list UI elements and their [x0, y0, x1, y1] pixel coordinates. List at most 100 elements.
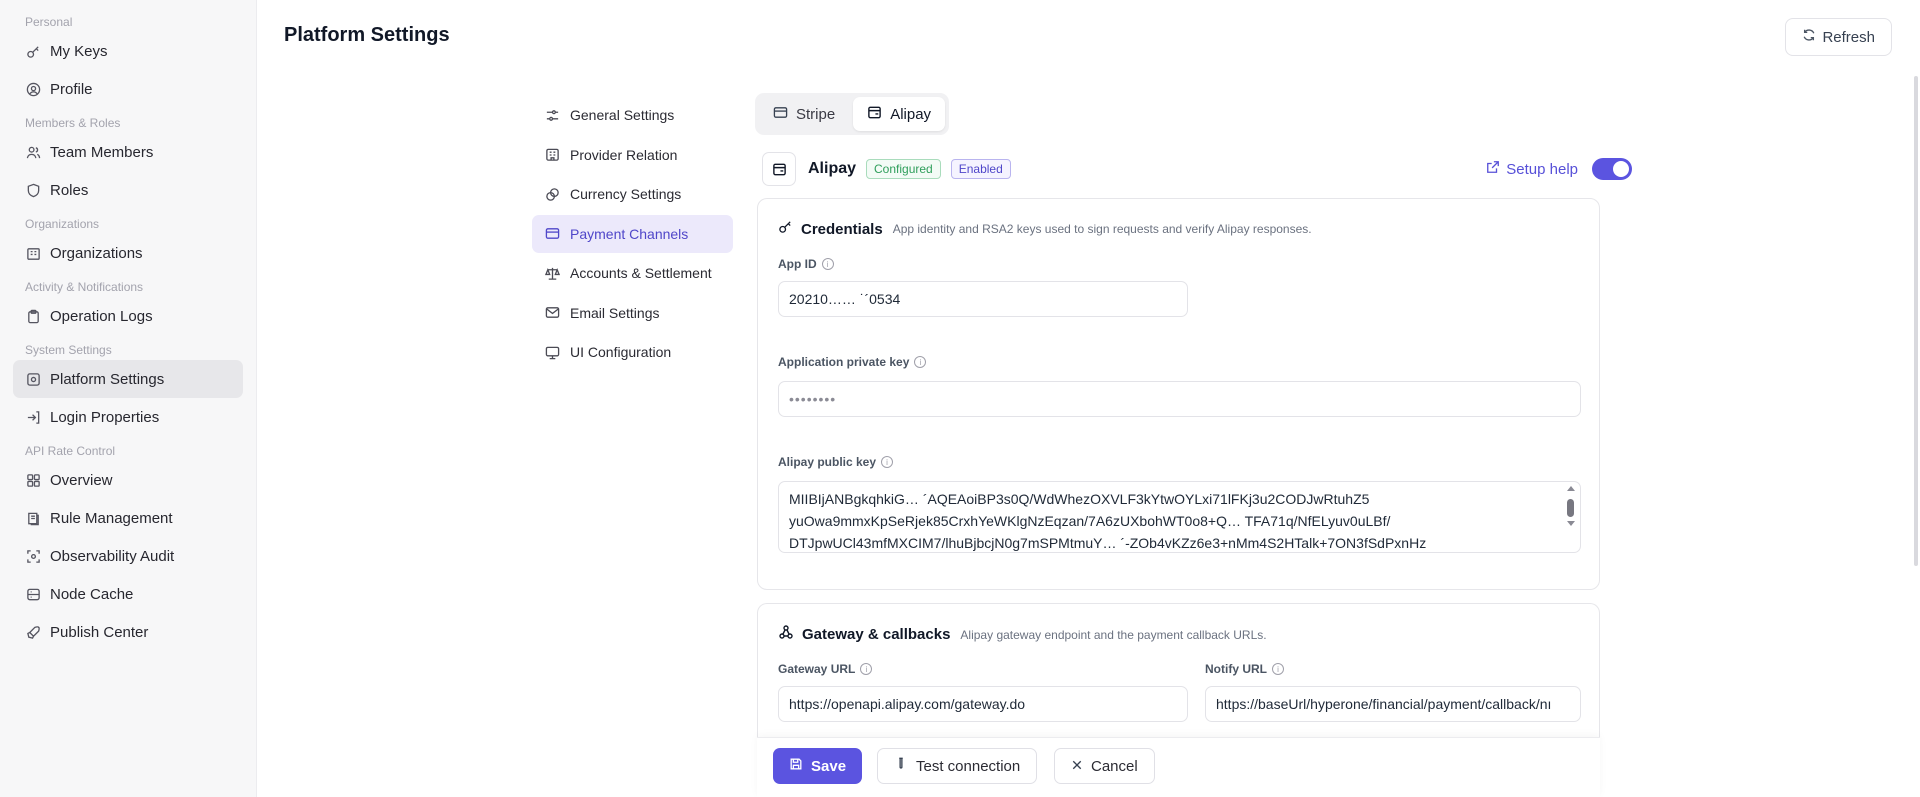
textarea-scrollbar[interactable] [1566, 486, 1576, 546]
settings-nav-accounts-settlement[interactable]: Accounts & Settlement [532, 254, 733, 292]
database-icon [25, 586, 41, 602]
page-scrollbar[interactable] [1914, 76, 1918, 566]
credentials-header: Credentials App identity and RSA2 keys u… [778, 219, 1312, 239]
settings-nav-currency[interactable]: Currency Settings [532, 175, 733, 213]
key-icon [25, 43, 41, 59]
scroll-up-icon[interactable] [1567, 486, 1575, 491]
info-icon: i [821, 258, 834, 270]
sidebar-item-platform-settings[interactable]: Platform Settings [13, 360, 243, 398]
public-key-line: yuOwa9mmxKpSeRjek85CrxhYeWKlgNzEqzan/7A6… [789, 513, 1391, 529]
sidebar-item-profile[interactable]: Profile [13, 70, 243, 108]
private-key-label-text: Application private key [778, 355, 910, 369]
cancel-button[interactable]: Cancel [1054, 748, 1155, 784]
sidebar-item-label: Login Properties [50, 408, 160, 426]
private-key-placeholder: •••••••• [789, 391, 837, 407]
settings-nav-provider-relation[interactable]: Provider Relation [532, 136, 733, 174]
app-id-value: 20210…… ˙´0534 [789, 291, 901, 307]
public-key-textarea[interactable]: MIIBIjANBgkqhkiG… ´AQEAoiBP3s0Q/WdWhezOX… [778, 481, 1581, 553]
sidebar-item-overview[interactable]: Overview [13, 461, 243, 499]
close-icon [1071, 758, 1083, 775]
payment-provider-tabs: Stripe Alipay [755, 93, 950, 135]
sidebar-item-label: Rule Management [50, 509, 173, 527]
sidebar-group-system-settings: System Settings [25, 343, 112, 357]
toggle-knob [1613, 161, 1629, 177]
settings-nav-label: Accounts & Settlement [570, 265, 712, 281]
settings-nav-label: Email Settings [570, 304, 660, 321]
settings-nav-label: Currency Settings [570, 186, 682, 202]
sidebar-item-team-members[interactable]: Team Members [13, 133, 243, 171]
test-connection-button[interactable]: Test connection [877, 748, 1038, 784]
building-icon [544, 147, 560, 163]
wallet-icon [867, 105, 882, 124]
mail-icon [544, 305, 560, 321]
sidebar-group-api-rate-control: API Rate Control [25, 444, 116, 458]
book-icon [25, 510, 41, 526]
tab-label: Stripe [796, 105, 836, 123]
sidebar-item-observability-audit[interactable]: Observability Audit [13, 537, 243, 575]
gateway-header: Gateway & callbacks Alipay gateway endpo… [778, 624, 1267, 645]
refresh-button[interactable]: Refresh [1785, 18, 1892, 56]
sidebar-item-my-keys[interactable]: My Keys [13, 32, 243, 70]
sidebar-item-label: Roles [50, 181, 89, 199]
shield-icon [25, 182, 41, 198]
settings-nav: General Settings Provider Relation Curre… [532, 96, 733, 373]
cancel-label: Cancel [1091, 757, 1138, 775]
page-title: Platform Settings [284, 24, 450, 46]
sidebar-item-operation-logs[interactable]: Operation Logs [13, 297, 243, 335]
sidebar-item-organizations[interactable]: Organizations [13, 234, 243, 272]
clipboard-icon [25, 308, 41, 324]
gateway-url-label: Gateway URL i [778, 662, 873, 676]
private-key-input[interactable]: •••••••• [778, 381, 1581, 417]
credentials-title: Credentials [801, 220, 883, 238]
save-button[interactable]: Save [773, 748, 863, 784]
settings-nav-payment-channels[interactable]: Payment Channels [532, 214, 733, 253]
wallet-icon [762, 152, 796, 186]
settings-nav-ui-configuration[interactable]: UI Configuration [532, 333, 733, 371]
user-circle-icon [25, 81, 41, 97]
save-icon [789, 757, 803, 775]
settings-nav-email[interactable]: Email Settings [532, 294, 733, 332]
grid-icon [25, 472, 41, 488]
users-icon [25, 144, 41, 160]
scroll-down-icon[interactable] [1567, 521, 1575, 526]
scroll-thumb[interactable] [1567, 499, 1574, 517]
public-key-label-text: Alipay public key [778, 455, 877, 469]
scale-icon [544, 265, 560, 281]
settings-nav-general[interactable]: General Settings [532, 96, 733, 134]
sidebar-item-label: Publish Center [50, 623, 149, 641]
sidebar-group-activity: Activity & Notifications [25, 280, 144, 294]
app-id-label-text: App ID [778, 257, 817, 271]
sliders-icon [544, 107, 560, 123]
gateway-description: Alipay gateway endpoint and the payment … [960, 627, 1267, 642]
rocket-icon [25, 624, 41, 640]
coins-icon [544, 186, 560, 202]
app-id-input[interactable]: 20210…… ˙´0534 [778, 281, 1188, 317]
sidebar-group-personal: Personal [25, 15, 73, 29]
save-label: Save [811, 757, 847, 775]
tab-alipay[interactable]: Alipay [853, 97, 946, 131]
building-icon [25, 245, 41, 261]
sidebar-item-rule-management[interactable]: Rule Management [13, 499, 243, 537]
info-icon: i [914, 356, 927, 368]
settings-nav-label: Payment Channels [570, 225, 689, 242]
setup-help-link[interactable]: Setup help [1486, 160, 1578, 178]
sidebar-item-publish-center[interactable]: Publish Center [13, 613, 243, 651]
credit-card-icon [544, 226, 560, 242]
channel-header: Alipay Configured Enabled Setup help [762, 152, 1632, 186]
gateway-url-input[interactable]: https://openapi.alipay.com/gateway.do [778, 686, 1188, 722]
sidebar-item-label: My Keys [50, 42, 108, 60]
sidebar-item-label: Overview [50, 471, 113, 489]
info-icon: i [881, 456, 894, 468]
sidebar-item-label: Platform Settings [50, 370, 165, 388]
sidebar-item-label: Team Members [50, 143, 154, 161]
enabled-badge: Enabled [950, 159, 1011, 179]
channel-enabled-toggle[interactable] [1592, 158, 1632, 180]
sidebar-item-login-properties[interactable]: Login Properties [13, 398, 243, 436]
notify-url-input[interactable]: https://baseUrl/hyperone/financial/payme… [1205, 686, 1581, 722]
external-link-icon [1486, 160, 1500, 178]
tab-stripe[interactable]: Stripe [759, 97, 849, 131]
test-connection-label: Test connection [916, 757, 1021, 775]
configured-badge: Configured [866, 159, 941, 179]
sidebar-item-roles[interactable]: Roles [13, 171, 243, 209]
sidebar-item-node-cache[interactable]: Node Cache [13, 575, 243, 613]
